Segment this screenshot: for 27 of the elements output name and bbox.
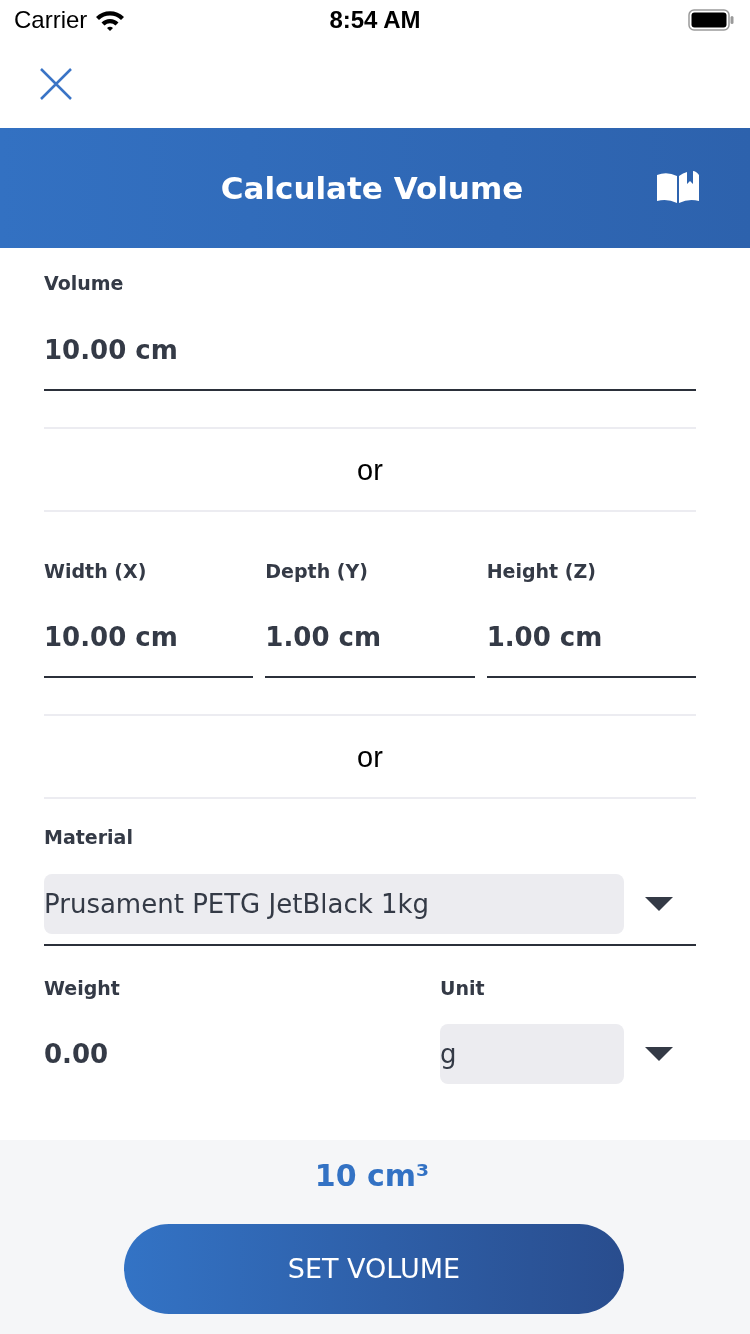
- field-label: Volume: [44, 271, 125, 295]
- weight-value: 0.00: [44, 1038, 109, 1070]
- field-label: Depth (Y): [265, 559, 369, 583]
- book-icon[interactable]: [657, 170, 699, 203]
- unit-select[interactable]: g: [440, 1024, 624, 1084]
- header-title: Calculate Volume: [220, 169, 524, 207]
- value-input[interactable]: 10.00 cm: [44, 598, 254, 678]
- time-text: 8:54 AM: [329, 6, 421, 34]
- carrier-text: Carrier: [14, 6, 88, 34]
- field-label: Height (Z): [486, 559, 597, 583]
- battery-icon: [688, 9, 734, 31]
- field-label: Material: [44, 825, 134, 849]
- caret-icon[interactable]: [645, 1047, 673, 1061]
- wifi-icon: [95, 9, 126, 31]
- close-icon[interactable]: [40, 68, 72, 100]
- volume-result: 10 cm³: [314, 1158, 430, 1194]
- or-text: or: [357, 452, 383, 487]
- material-select[interactable]: Prusament PETG JetBlack 1kg: [44, 874, 624, 934]
- field-label: Width (X): [44, 559, 148, 583]
- value-input[interactable]: 1.00 cm: [486, 598, 696, 678]
- caret-icon[interactable]: [645, 897, 673, 911]
- value-input[interactable]: 10.00 cm: [44, 310, 696, 391]
- or-text: or: [357, 739, 383, 774]
- field-label: Unit: [440, 976, 486, 1000]
- field-label: Weight: [44, 976, 121, 1000]
- value-input[interactable]: 1.00 cm: [265, 598, 475, 678]
- set-volume-button[interactable]: SET VOLUME: [124, 1224, 624, 1314]
